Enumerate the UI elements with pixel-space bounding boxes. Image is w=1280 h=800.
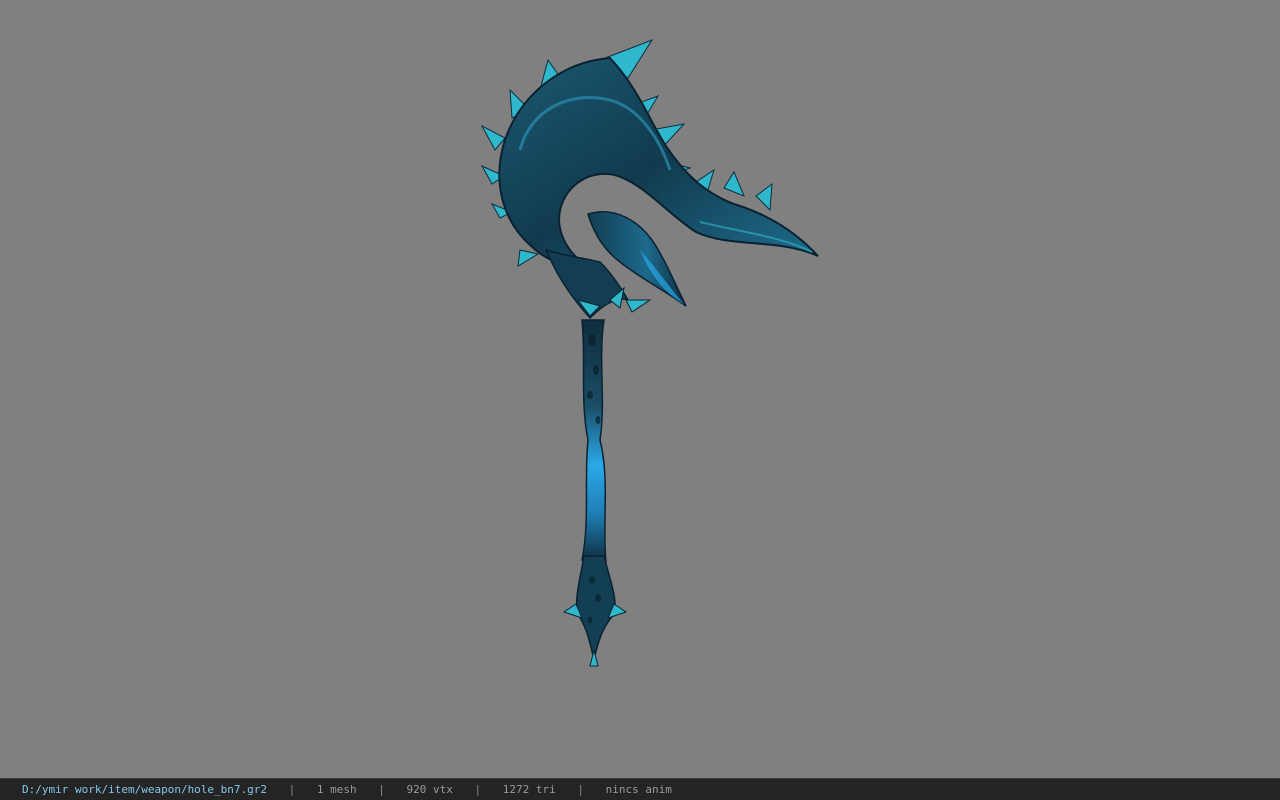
scythe-head <box>498 56 819 266</box>
status-bar: D:/ymir work/item/weapon/hole_bn7.gr2 | … <box>0 778 1280 800</box>
separator: | <box>378 783 385 796</box>
triangle-count: 1272 tri <box>502 783 556 796</box>
separator: | <box>474 783 482 796</box>
separator: | <box>288 783 296 796</box>
weapon-pommel <box>575 555 616 661</box>
3d-viewport[interactable] <box>0 0 1280 778</box>
file-path: D:/ymir work/item/weapon/hole_bn7.gr2 <box>22 783 268 796</box>
weapon-shaft <box>581 319 607 563</box>
separator: | <box>577 783 585 796</box>
animation-status: nincs anim <box>605 783 672 796</box>
mesh-count: 1 mesh <box>316 783 357 796</box>
vertex-count: 920 vtx <box>406 783 453 796</box>
blue-scythe-weapon-model <box>480 38 819 667</box>
